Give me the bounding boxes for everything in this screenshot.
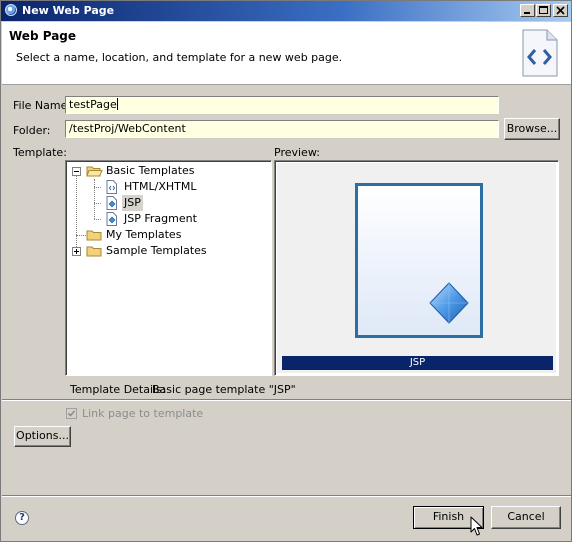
html-file-icon	[106, 180, 117, 194]
tree-item-html-xhtml[interactable]: HTML/XHTML	[124, 179, 196, 195]
checkmark-icon	[67, 410, 76, 417]
template-details-value: Basic page template "JSP"	[152, 383, 296, 396]
tree-line	[76, 235, 86, 236]
preview-page-thumbnail	[355, 183, 483, 338]
folder-input[interactable]: /testProj/WebContent	[65, 120, 499, 138]
jsp-diamond-icon	[429, 282, 469, 324]
file-name-label: File Name:	[13, 99, 72, 112]
page-description: Select a name, location, and template fo…	[16, 51, 343, 64]
options-button[interactable]: Options...	[14, 426, 71, 447]
preview-canvas: JSP	[277, 163, 556, 373]
title-bar[interactable]: New Web Page	[1, 1, 571, 21]
folder-icon	[86, 230, 102, 241]
link-page-to-template-label: Link page to template	[82, 407, 204, 420]
browse-button[interactable]: Browse...	[504, 118, 560, 140]
separator	[2, 399, 571, 401]
template-tree[interactable]: Basic Templates HTML/XHTML JSP JSP Fragm…	[65, 160, 272, 376]
file-name-input[interactable]: testPage	[65, 96, 499, 114]
folder-icon	[86, 246, 102, 257]
maximize-button[interactable]	[536, 4, 551, 17]
wizard-header: Web Page Select a name, location, and te…	[2, 22, 571, 85]
text-cursor	[116, 98, 118, 110]
minimize-icon	[524, 12, 530, 14]
tree-line	[94, 219, 101, 220]
expand-sample-templates-toggle[interactable]	[72, 247, 81, 256]
tree-line	[76, 175, 77, 251]
tree-line	[94, 179, 95, 219]
cancel-button[interactable]: Cancel	[491, 506, 561, 529]
tree-item-jsp-fragment[interactable]: JSP Fragment	[124, 211, 197, 227]
collapse-basic-templates-toggle[interactable]	[72, 167, 81, 176]
template-label: Template:	[13, 146, 67, 159]
page-title: Web Page	[9, 29, 77, 43]
open-folder-icon	[86, 166, 103, 177]
help-icon[interactable]: ?	[15, 511, 29, 525]
mouse-pointer-icon	[470, 516, 483, 536]
close-icon	[556, 6, 565, 15]
eclipse-icon	[5, 4, 17, 16]
window-title: New Web Page	[22, 4, 115, 17]
folder-label: Folder:	[13, 124, 51, 137]
jsp-file-icon	[106, 196, 117, 210]
tree-line	[94, 187, 101, 188]
new-web-page-dialog: New Web Page Web Page Select a name, loc…	[0, 0, 572, 542]
tree-item-sample-templates[interactable]: Sample Templates	[106, 243, 207, 259]
jsp-fragment-file-icon	[106, 212, 117, 226]
tree-item-my-templates[interactable]: My Templates	[106, 227, 181, 243]
web-page-wizard-icon	[522, 29, 558, 77]
tree-item-basic-templates[interactable]: Basic Templates	[106, 163, 195, 179]
separator	[2, 495, 571, 497]
preview-caption: JSP	[282, 356, 553, 370]
preview-label: Preview:	[274, 146, 320, 159]
minimize-button[interactable]	[520, 4, 535, 17]
tree-item-jsp[interactable]: JSP	[122, 195, 143, 211]
maximize-icon	[539, 6, 548, 14]
link-page-to-template-checkbox[interactable]	[66, 408, 77, 419]
close-button[interactable]	[553, 4, 568, 17]
file-name-value: testPage	[69, 98, 117, 111]
tree-line	[94, 203, 101, 204]
template-preview: JSP	[274, 160, 559, 376]
